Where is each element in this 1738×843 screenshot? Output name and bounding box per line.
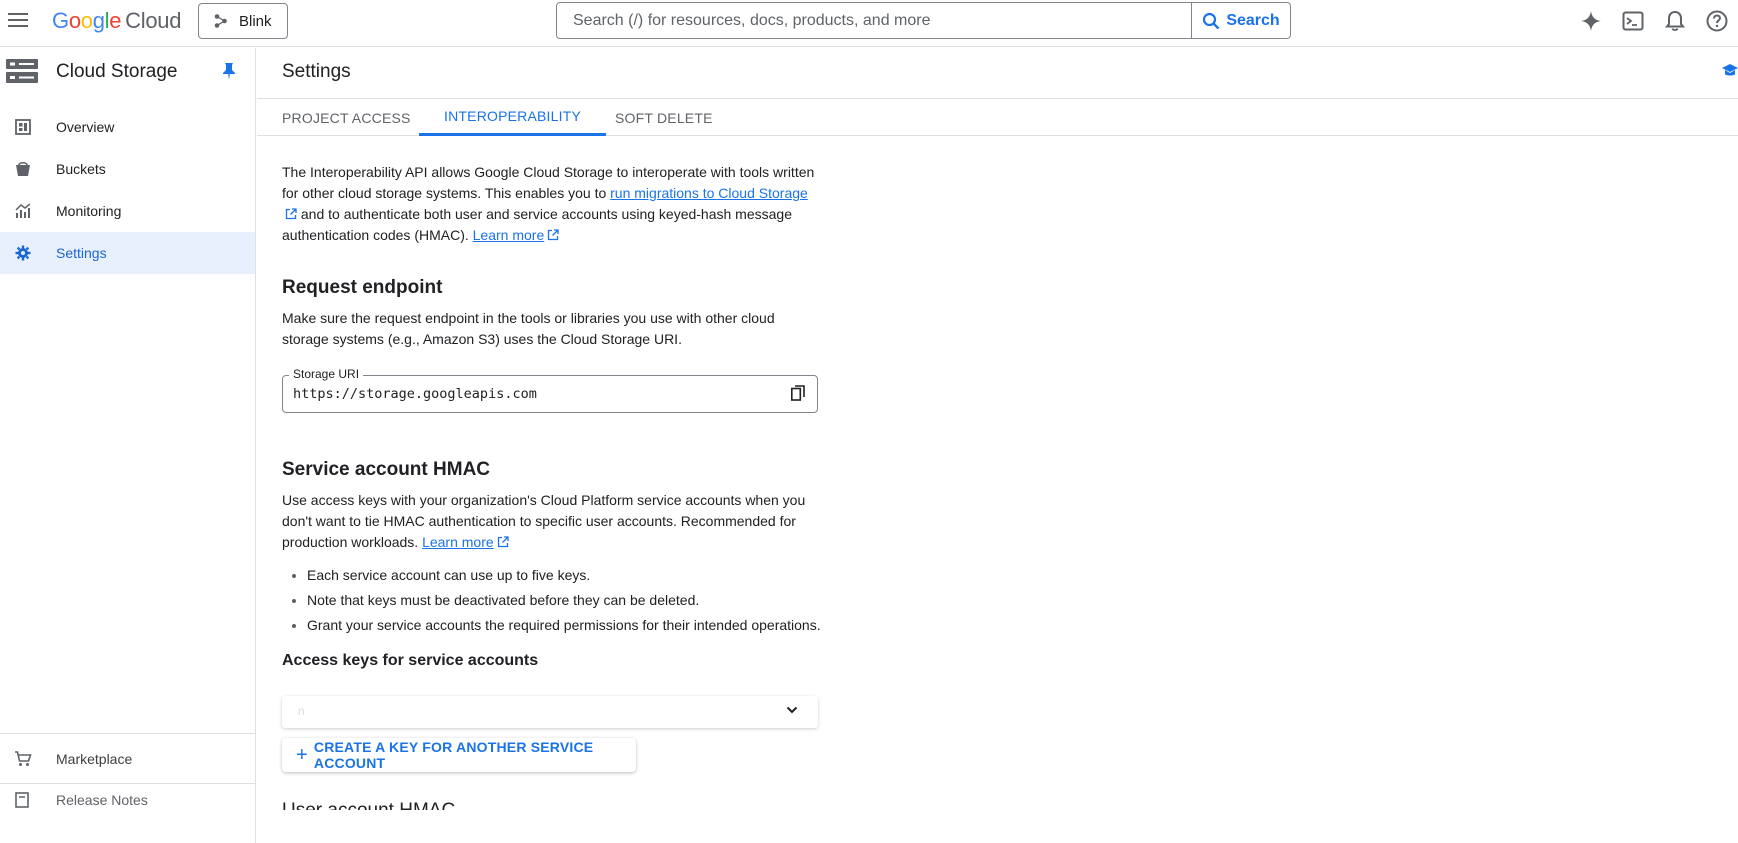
plus-icon: + (296, 744, 308, 766)
external-link-icon (497, 536, 509, 548)
cloud-storage-icon (6, 59, 38, 83)
request-endpoint-heading: Request endpoint (282, 277, 443, 298)
sidebar-header: Cloud Storage (0, 48, 255, 96)
pin-icon[interactable] (222, 62, 236, 80)
gemini-sparkle-icon[interactable] (1570, 8, 1612, 34)
sidebar-item-settings[interactable]: Settings (0, 232, 255, 274)
storage-uri-label: Storage URI (289, 367, 364, 381)
search-placeholder: Search (/) for resources, docs, products… (573, 11, 931, 29)
sidebar-item-buckets[interactable]: Buckets (0, 148, 255, 190)
release-notes-icon (13, 790, 33, 810)
service-account-select[interactable]: n (282, 696, 818, 728)
select-value: n (298, 704, 305, 718)
google-cloud-logo[interactable]: Google Cloud (52, 8, 181, 34)
overview-icon (13, 117, 33, 137)
storage-uri-value[interactable]: https://storage.googleapis.com (293, 386, 537, 402)
create-key-button[interactable]: + CREATE A KEY FOR ANOTHER SERVICE ACCOU… (282, 738, 636, 772)
notifications-icon[interactable] (1654, 8, 1696, 34)
service-hmac-heading: Service account HMAC (282, 459, 491, 480)
sidebar-divider (0, 733, 255, 734)
main-content: Settings PROJECT ACCESS INTEROPERABILITY… (257, 48, 1738, 810)
chevron-down-icon (786, 706, 798, 714)
tab-soft-delete[interactable]: SOFT DELETE (615, 99, 713, 136)
list-item: Note that keys must be deactivated befor… (282, 588, 822, 613)
search-icon (1203, 12, 1220, 29)
list-item: Each service account can use up to five … (282, 563, 822, 588)
service-hmac-section: Service account HMAC Use access keys wit… (282, 459, 822, 670)
external-link-icon (285, 208, 297, 220)
user-hmac-heading: User account HMAC (282, 800, 455, 810)
list-item: Grant your service accounts the required… (282, 613, 822, 638)
project-nodes-icon (214, 14, 227, 28)
monitoring-icon (13, 201, 33, 221)
sidebar-item-label: Buckets (56, 161, 106, 177)
external-link-icon (548, 229, 559, 241)
search-input[interactable]: Search (/) for resources, docs, products… (556, 2, 1192, 39)
request-endpoint-description: Make sure the request endpoint in the to… (282, 310, 775, 347)
sidebar-item-label: Settings (56, 245, 107, 261)
sidebar: Cloud Storage Overview Buckets Monitorin… (0, 48, 256, 843)
sidebar-item-label: Overview (56, 119, 115, 135)
hmac-bullet-list: Each service account can use up to five … (282, 563, 822, 638)
buckets-icon (13, 159, 33, 179)
project-picker-button[interactable]: Blink (198, 3, 288, 39)
marketplace-cart-icon (13, 749, 33, 769)
tab-interoperability[interactable]: INTEROPERABILITY (419, 99, 607, 136)
learn-mortarboard-icon[interactable] (1722, 63, 1738, 77)
main-menu-icon[interactable] (8, 9, 28, 33)
tabs-bar: PROJECT ACCESS INTEROPERABILITY SOFT DEL… (257, 98, 1738, 136)
learn-more-link[interactable]: Learn more (422, 534, 494, 550)
settings-gear-icon (13, 243, 33, 263)
product-title: Cloud Storage (56, 61, 178, 82)
page-title: Settings (282, 61, 351, 82)
run-migrations-link[interactable]: run migrations to Cloud Storage (610, 185, 808, 201)
sidebar-item-label: Marketplace (56, 751, 133, 767)
sidebar-item-monitoring[interactable]: Monitoring (0, 190, 255, 232)
sidebar-item-release-notes[interactable]: Release Notes (0, 790, 255, 810)
sidebar-divider (0, 783, 255, 784)
storage-uri-field[interactable]: Storage URI https://storage.googleapis.c… (282, 367, 818, 413)
top-bar: Google Cloud Blink Search (/) for resourc… (0, 0, 1738, 47)
request-endpoint-section: Request endpoint Make sure the request e… (282, 277, 822, 350)
sidebar-item-marketplace[interactable]: Marketplace (0, 738, 255, 780)
help-icon[interactable] (1696, 8, 1738, 34)
intro-paragraph: The Interoperability API allows Google C… (282, 164, 815, 243)
cloud-shell-icon[interactable] (1612, 8, 1654, 34)
tab-project-access[interactable]: PROJECT ACCESS (282, 99, 411, 136)
access-keys-heading: Access keys for service accounts (282, 652, 539, 669)
learn-more-link[interactable]: Learn more (473, 227, 545, 243)
sidebar-item-label: Release Notes (56, 792, 148, 808)
search-button[interactable]: Search (1192, 2, 1291, 39)
sidebar-item-overview[interactable]: Overview (0, 106, 255, 148)
project-name: Blink (239, 12, 272, 30)
intro-section: The Interoperability API allows Google C… (282, 162, 822, 246)
sidebar-item-label: Monitoring (56, 203, 122, 219)
service-hmac-description: Use access keys with your organization's… (282, 492, 806, 550)
copy-icon[interactable] (791, 385, 805, 401)
